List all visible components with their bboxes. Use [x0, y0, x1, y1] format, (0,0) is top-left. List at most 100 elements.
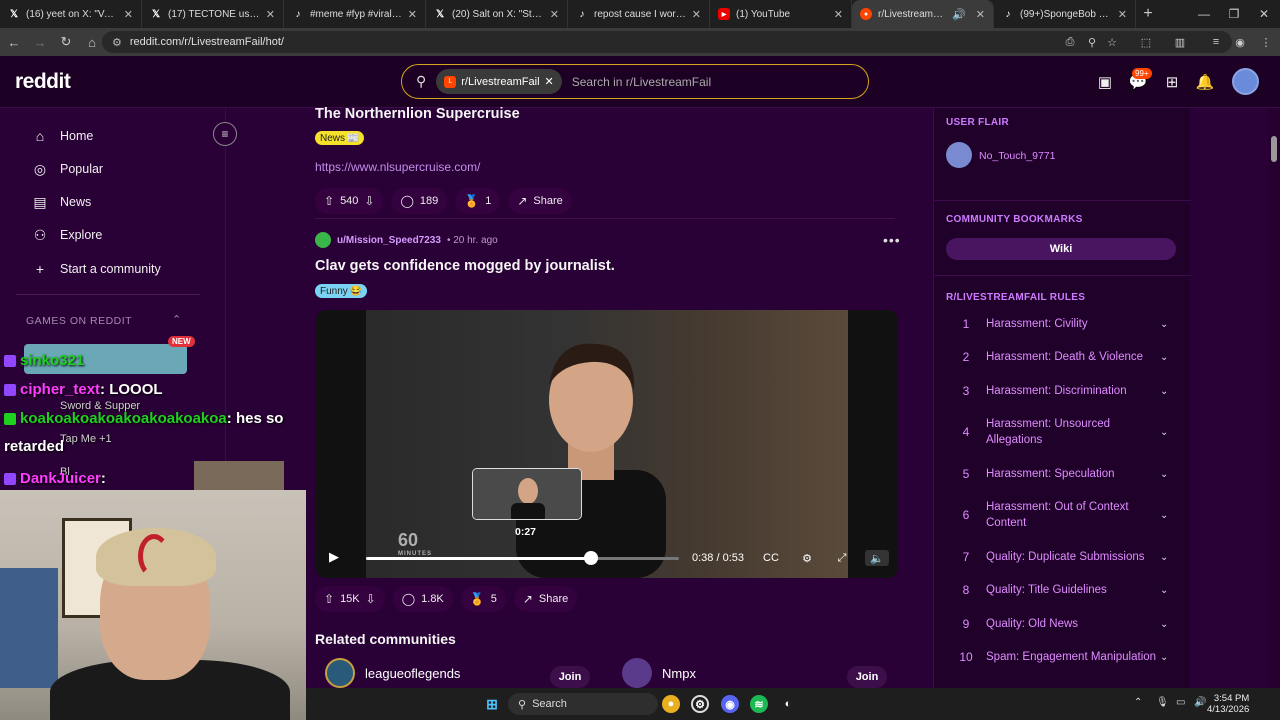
back-icon[interactable]: ← [2, 30, 26, 54]
app-icon[interactable]: ◐ [779, 695, 797, 713]
bell-icon[interactable]: 🔔 [1194, 71, 1216, 93]
wiki-button[interactable]: Wiki [946, 238, 1176, 260]
close-window-icon[interactable]: ✕ [1248, 0, 1280, 28]
chrome-icon[interactable]: ● [662, 695, 680, 713]
close-tab-icon[interactable]: ✕ [408, 8, 417, 21]
settings-icon[interactable]: ⚙ [798, 550, 816, 566]
browser-tab[interactable]: ♪repost cause I worded it w✕ [568, 0, 710, 28]
rule-item[interactable]: 10 Spam: Engagement Manipulation ⌄ [946, 649, 1176, 665]
fullscreen-icon[interactable]: ⤢ [833, 550, 851, 566]
rule-item[interactable]: 7 Quality: Duplicate Submissions ⌄ [946, 549, 1176, 565]
comments-button[interactable]: ◯ 189 [391, 188, 448, 214]
user-avatar[interactable] [315, 232, 331, 248]
close-tab-icon[interactable]: ✕ [266, 8, 275, 21]
page-scrollbar[interactable] [1268, 108, 1280, 688]
downvote-icon[interactable]: ⇩ [364, 194, 374, 208]
close-tab-icon[interactable]: ✕ [976, 8, 985, 21]
close-tab-icon[interactable]: ✕ [124, 8, 133, 21]
post-flair[interactable]: Funny 😂 [315, 284, 368, 298]
rule-item[interactable]: 5 Harassment: Speculation ⌄ [946, 466, 1176, 482]
close-tab-icon[interactable]: ✕ [692, 8, 701, 21]
seek-bar[interactable] [366, 551, 679, 565]
browser-tab[interactable]: ♪(99+)SpongeBob Funny M✕ [994, 0, 1136, 28]
taskbar-clock[interactable]: 3:54 PM 4/13/2026 [1207, 693, 1249, 715]
sidebar-item-start-community[interactable]: + Start a community [32, 259, 161, 279]
post-link[interactable]: https://www.nlsupercruise.com/ [315, 160, 480, 174]
captions-icon[interactable]: CC [762, 550, 780, 566]
chevron-down-icon[interactable]: ⌄ [1160, 319, 1176, 330]
discord-icon[interactable]: ◉ [721, 695, 739, 713]
install-icon[interactable]: ⎙ [1062, 34, 1078, 50]
browser-tab[interactable]: ▶ (1) YouTube ✕ [710, 0, 852, 28]
new-tab-button[interactable]: + [1136, 5, 1160, 23]
settings-app-icon[interactable]: ⚙ [691, 695, 709, 713]
network-icon[interactable]: ▭ [1176, 697, 1185, 708]
reload-icon[interactable]: ↻ [54, 30, 78, 54]
video-player[interactable]: 60 MINUTES 0:27 ▶ 0:38 / 0:53 CC ⚙ ⤢ 🔈 [316, 310, 898, 578]
post-title[interactable]: Clav gets confidence mogged by journalis… [315, 258, 615, 274]
games-section-header[interactable]: GAMES ON REDDIT [26, 315, 132, 327]
play-icon[interactable]: ▶ [329, 549, 339, 565]
post-title[interactable]: The Northernlion Supercruise [315, 106, 520, 122]
extensions-icon[interactable]: ⬚ [1138, 34, 1154, 50]
menu-icon[interactable]: ⋮ [1258, 34, 1274, 50]
sidebar-item-popular[interactable]: ◎ Popular [32, 159, 103, 179]
close-icon[interactable]: ✕ [545, 75, 554, 88]
share-button[interactable]: ↗ Share [508, 188, 572, 214]
chevron-up-icon[interactable]: ⌃ [172, 313, 181, 326]
rule-item[interactable]: 9 Quality: Old News ⌄ [946, 616, 1176, 632]
rule-item[interactable]: 6 Harassment: Out of Context Content ⌄ [946, 499, 1176, 531]
rule-item[interactable]: 8 Quality: Title Guidelines ⌄ [946, 582, 1176, 598]
sidepanel-icon[interactable]: ▥ [1172, 34, 1188, 50]
chevron-down-icon[interactable]: ⌄ [1160, 652, 1176, 663]
home-browser-icon[interactable]: ⌂ [80, 30, 104, 54]
spotify-icon[interactable]: ≋ [750, 695, 768, 713]
join-button[interactable]: Join [550, 666, 590, 688]
chevron-down-icon[interactable]: ⌄ [1160, 510, 1176, 521]
close-tab-icon[interactable]: ✕ [550, 8, 559, 21]
avatar[interactable] [1232, 68, 1259, 95]
search-community-chip[interactable]: L r/LivestreamFail ✕ [436, 69, 562, 94]
rule-item[interactable]: 1 Harassment: Civility ⌄ [946, 316, 1176, 332]
forward-icon[interactable]: → [28, 30, 52, 54]
site-info-icon[interactable]: ⚙ [112, 36, 122, 49]
search-input[interactable]: Search in r/LivestreamFail [572, 75, 711, 89]
browser-tab-active[interactable]: ● r/LivestreamFail 🔊 ✕ [852, 0, 994, 28]
more-options-icon[interactable]: ••• [883, 232, 901, 248]
award-button[interactable]: 🏅 5 [460, 586, 506, 612]
minimize-icon[interactable]: — [1188, 0, 1220, 28]
browser-tab[interactable]: 𝕏(17) TECTONE us on X: "10✕ [142, 0, 284, 28]
rule-item[interactable]: 4 Harassment: Unsourced Allegations ⌄ [946, 416, 1176, 448]
scrollbar-thumb[interactable] [1271, 136, 1277, 162]
ads-icon[interactable]: ▣ [1094, 71, 1116, 93]
related-community[interactable]: Nmpx [622, 658, 696, 688]
restore-icon[interactable]: ❐ [1218, 0, 1250, 28]
browser-tab[interactable]: ♪#meme #fyp #viral #mem✕ [284, 0, 426, 28]
chevron-down-icon[interactable]: ⌄ [1160, 427, 1176, 438]
chevron-down-icon[interactable]: ⌄ [1160, 386, 1176, 397]
share-button[interactable]: ↗ Share [513, 586, 578, 612]
volume-tray-icon[interactable]: 🔊 [1194, 697, 1206, 708]
join-button[interactable]: Join [847, 666, 887, 688]
downvote-icon[interactable]: ⇩ [366, 592, 376, 606]
create-post-icon[interactable]: ⊞ [1161, 71, 1183, 93]
chevron-down-icon[interactable]: ⌄ [1160, 585, 1176, 596]
windows-start-icon[interactable]: ⊞ [483, 695, 501, 713]
sidebar-item-news[interactable]: ▤ News [32, 192, 91, 212]
search-box[interactable]: ⚲ L r/LivestreamFail ✕ Search in r/Lives… [401, 64, 869, 99]
close-tab-icon[interactable]: ✕ [834, 8, 843, 21]
post-flair[interactable]: News 📰 [315, 131, 365, 145]
close-tab-icon[interactable]: ✕ [1118, 8, 1127, 21]
reddit-logo[interactable]: reddit [15, 70, 71, 94]
sidebar-item-home[interactable]: ⌂ Home [32, 126, 94, 146]
rule-item[interactable]: 3 Harassment: Discrimination ⌄ [946, 383, 1176, 399]
tray-chevron-icon[interactable]: ⌃ [1134, 697, 1142, 708]
browser-tab[interactable]: 𝕏(16) yeet on X: "Valkyrae d✕ [0, 0, 142, 28]
rule-item[interactable]: 2 Harassment: Death & Violence ⌄ [946, 349, 1176, 365]
sidebar-item-explore[interactable]: ⚇ Explore [32, 225, 103, 245]
bookmark-star-icon[interactable]: ☆ [1104, 34, 1120, 50]
profile-icon[interactable]: ◉ [1232, 34, 1248, 50]
chevron-down-icon[interactable]: ⌄ [1160, 552, 1176, 563]
award-button[interactable]: 🏅 1 [455, 188, 501, 214]
related-community[interactable]: leagueoflegends [325, 658, 460, 688]
